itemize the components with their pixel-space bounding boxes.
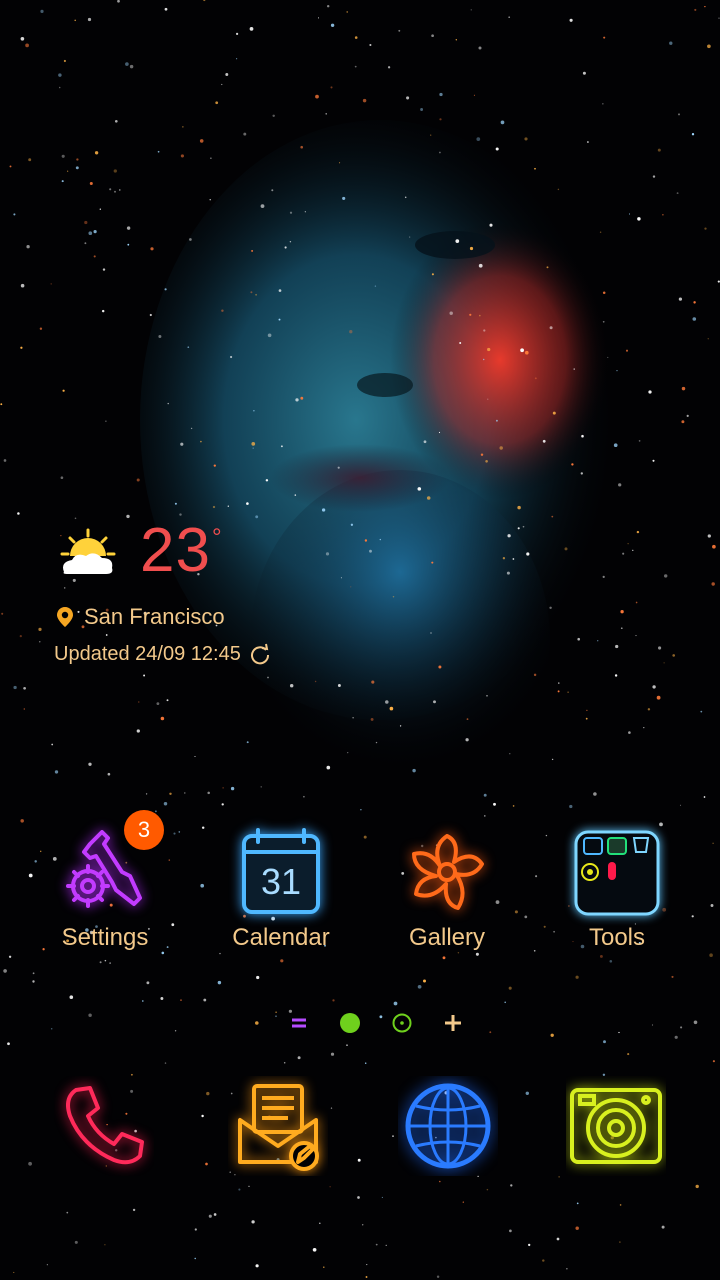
app-settings[interactable]: 3 Settings bbox=[30, 810, 180, 968]
notification-badge: 3 bbox=[124, 810, 164, 850]
city-name: San Francisco bbox=[84, 604, 225, 629]
weather-widget[interactable]: 23 ° San Francisco Updated 24/09 12:45 bbox=[54, 516, 374, 680]
refresh-icon[interactable] bbox=[249, 643, 271, 665]
folder-icon bbox=[574, 830, 660, 916]
camera-icon[interactable] bbox=[566, 1076, 666, 1176]
globe-icon[interactable] bbox=[398, 1076, 498, 1176]
updated-time: Updated 24/09 12:45 bbox=[54, 642, 241, 665]
temperature: 23 bbox=[140, 516, 211, 585]
app-label-gallery: Gallery bbox=[408, 924, 486, 951]
calendar-day: 31 bbox=[261, 861, 301, 902]
home-screen: 23 ° San Francisco Updated 24/09 12:45 3… bbox=[0, 0, 720, 1280]
app-label-calendar: Calendar bbox=[232, 924, 330, 951]
app-label-tools: Tools bbox=[588, 924, 646, 951]
weather-location: San Francisco bbox=[56, 604, 225, 630]
page-indicator bbox=[280, 1008, 470, 1038]
calendar-icon: 31 bbox=[242, 828, 320, 914]
add-page-icon[interactable] bbox=[438, 1008, 468, 1038]
envelope-icon[interactable] bbox=[228, 1076, 328, 1176]
app-gallery[interactable]: Gallery bbox=[372, 828, 522, 968]
location-pin-icon bbox=[57, 607, 73, 627]
page-dot[interactable] bbox=[387, 1008, 417, 1038]
partly-cloudy-icon bbox=[60, 528, 116, 574]
app-calendar[interactable]: 31 Calendar bbox=[206, 828, 356, 968]
app-tools-folder[interactable]: Tools bbox=[542, 828, 692, 968]
app-label-settings: Settings bbox=[61, 924, 149, 951]
flower-icon bbox=[412, 834, 484, 910]
phone-icon[interactable] bbox=[54, 1076, 154, 1176]
current-page-dot[interactable] bbox=[335, 1008, 365, 1038]
temperature-unit: ° bbox=[212, 524, 222, 551]
menu-page-icon[interactable] bbox=[284, 1008, 314, 1038]
weather-updated: Updated 24/09 12:45 bbox=[54, 641, 271, 667]
